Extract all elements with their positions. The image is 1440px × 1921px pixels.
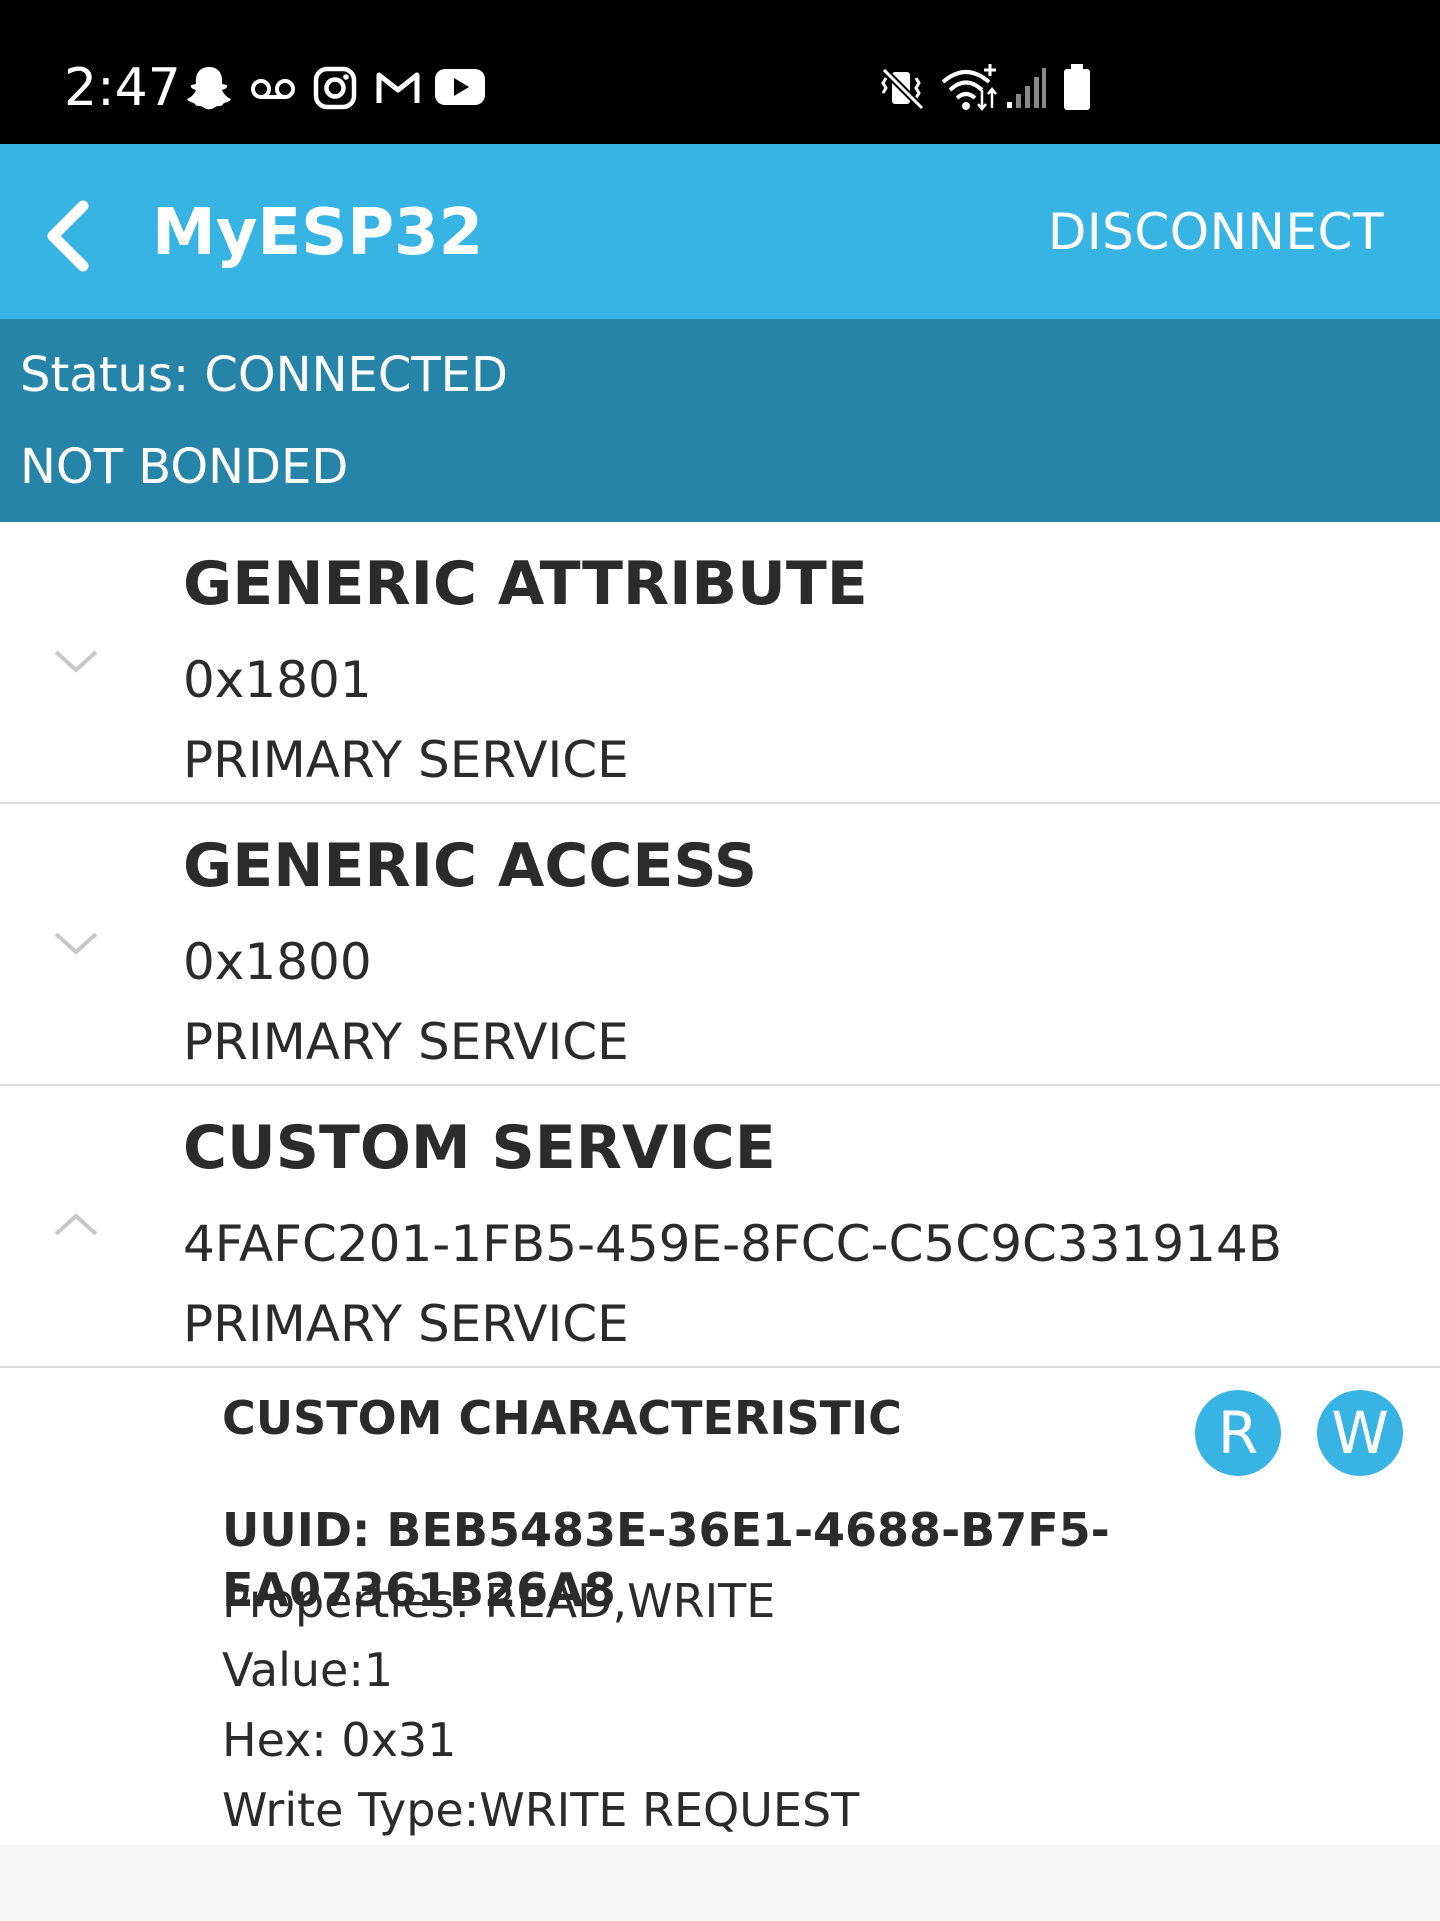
chevron-down-icon[interactable] [52,928,100,958]
chevron-up-icon[interactable] [52,1210,100,1240]
bond-status: NOT BONDED [20,439,349,495]
characteristic-properties: Properties: READ,WRITE [222,1574,776,1628]
battery-icon [1064,64,1090,110]
status-time: 2:47 [64,58,181,118]
service-uuid: 0x1801 [183,651,372,709]
connection-status: Status: CONNECTED [20,347,508,403]
instagram-icon [313,66,357,110]
voicemail-icon [251,79,295,99]
service-type: PRIMARY SERVICE [183,731,629,789]
chevron-down-icon[interactable] [52,646,100,676]
characteristic-write-type: Write Type:WRITE REQUEST [222,1783,860,1837]
cell-signal-icon [1007,68,1046,108]
gmail-icon [376,72,420,103]
page-title: MyESP32 [152,196,484,270]
service-type: PRIMARY SERVICE [183,1295,629,1353]
vibrate-mute-icon [881,67,925,110]
service-name: GENERIC ATTRIBUTE [183,549,868,619]
back-arrow-icon[interactable] [28,184,128,284]
service-uuid: 0x1800 [183,933,372,991]
write-button[interactable]: W [1317,1390,1403,1476]
connection-status-panel: Status: CONNECTED NOT BONDED [0,319,1440,522]
disconnect-button[interactable]: DISCONNECT [1048,202,1384,262]
characteristic-name: CUSTOM CHARACTERISTIC [222,1391,902,1445]
characteristic-value: Value:1 [222,1643,394,1697]
service-name: GENERIC ACCESS [183,831,758,901]
characteristic-hex: Hex: 0x31 [222,1713,457,1767]
wifi-icon [941,64,997,112]
service-item[interactable]: CUSTOM SERVICE 4FAFC201-1FB5-459E-8FCC-C… [0,1086,1440,1368]
service-type: PRIMARY SERVICE [183,1013,629,1071]
status-bar: 2:47 [0,0,1440,144]
read-button[interactable]: R [1195,1390,1281,1476]
service-list: GENERIC ATTRIBUTE 0x1801 PRIMARY SERVICE… [0,522,1440,1848]
service-item[interactable]: GENERIC ATTRIBUTE 0x1801 PRIMARY SERVICE [0,522,1440,804]
characteristic-item: CUSTOM CHARACTERISTIC R W UUID: BEB5483E… [0,1368,1440,1848]
snapchat-icon [187,67,231,110]
bottom-area [0,1845,1440,1921]
service-item[interactable]: GENERIC ACCESS 0x1800 PRIMARY SERVICE [0,804,1440,1086]
youtube-icon [435,69,485,105]
app-bar: MyESP32 DISCONNECT [0,144,1440,319]
service-name: CUSTOM SERVICE [183,1113,776,1183]
service-uuid: 4FAFC201-1FB5-459E-8FCC-C5C9C331914B [183,1215,1283,1273]
